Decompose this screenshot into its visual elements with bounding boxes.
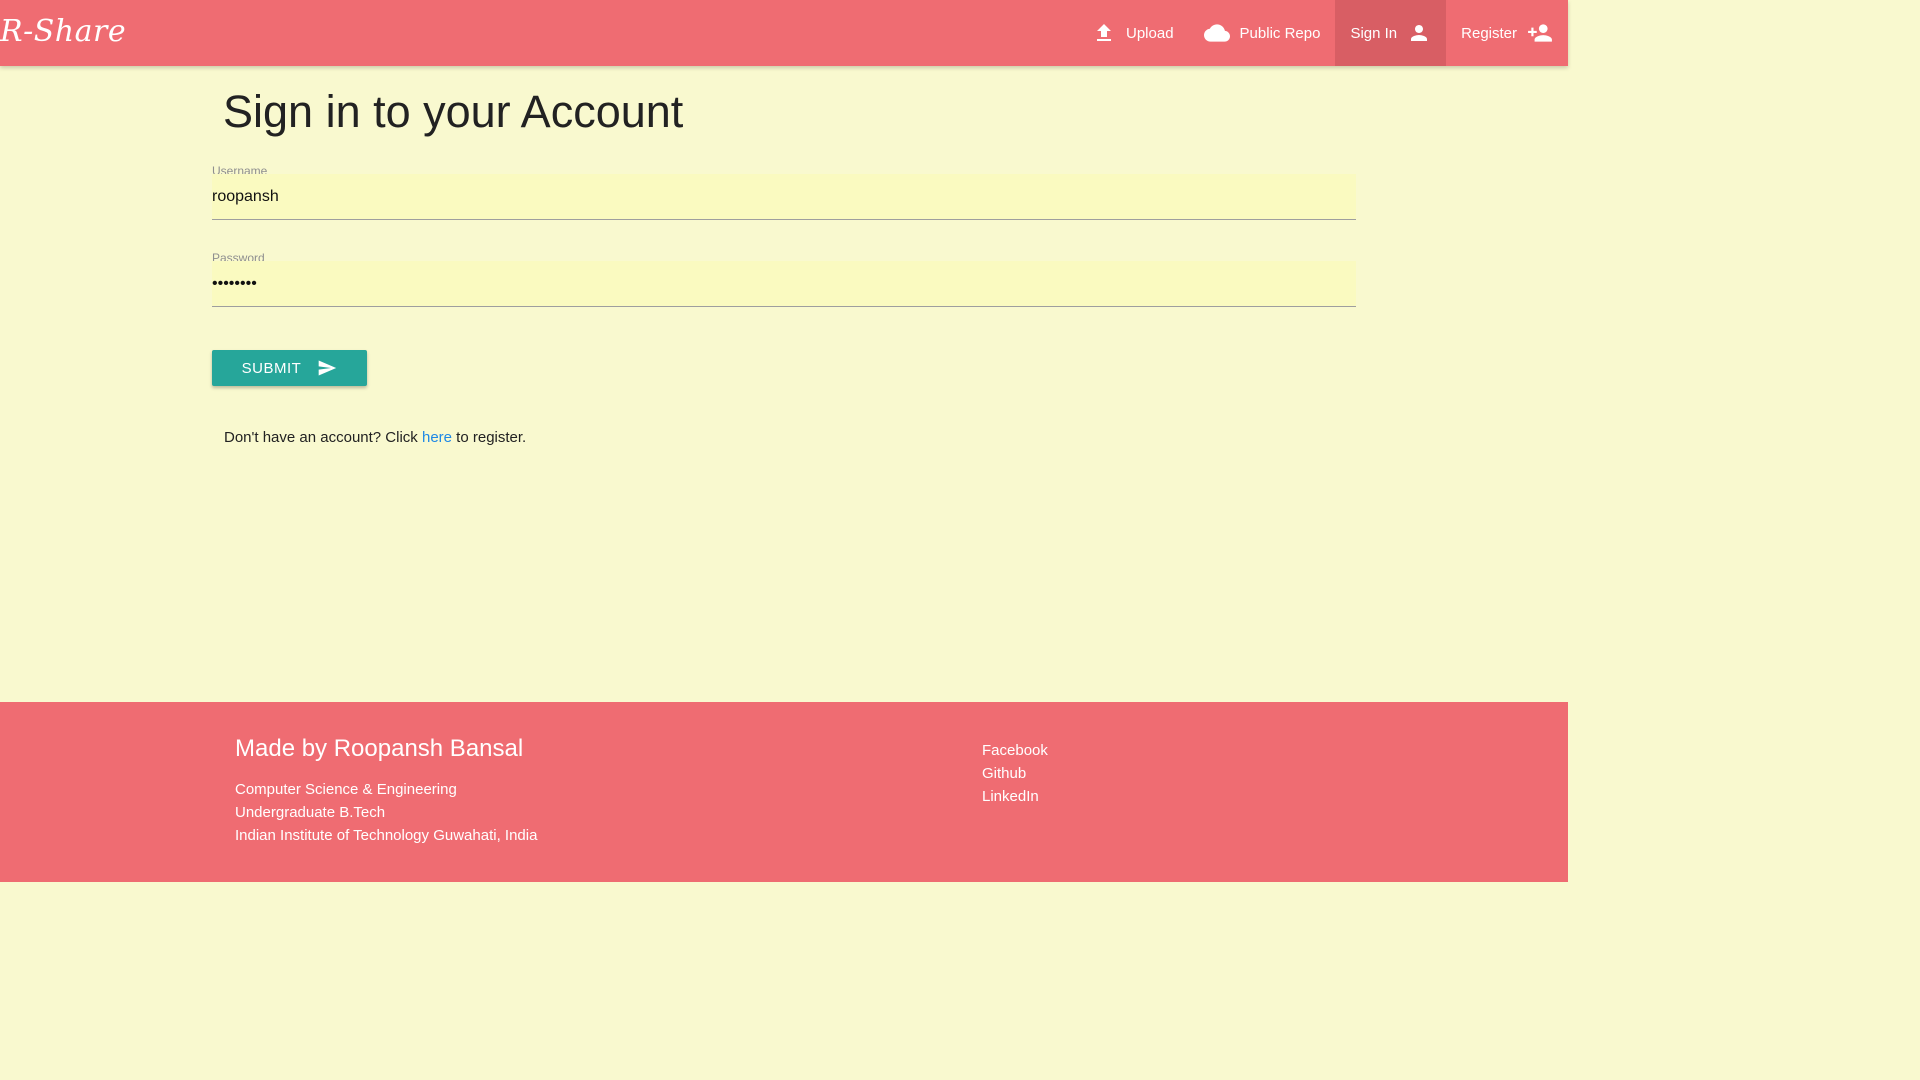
person-add-icon: [1527, 20, 1553, 46]
username-input[interactable]: [212, 174, 1356, 220]
nav-public-repo[interactable]: Public Repo: [1189, 0, 1336, 66]
footer-line: Undergraduate B.Tech: [235, 804, 386, 821]
nav-menu: Upload Public Repo Sign In Register: [1077, 0, 1568, 66]
footer-link-github[interactable]: Github: [982, 762, 1048, 785]
register-prompt-before: Don't have an account? Click: [224, 429, 422, 446]
page-title: Sign in to your Account: [223, 86, 684, 137]
navbar: R-Share Upload Public Repo Sign In Regis…: [0, 0, 1568, 66]
register-link[interactable]: here: [422, 429, 452, 446]
footer-title: Made by Roopansh Bansal: [235, 735, 524, 762]
brand-logo[interactable]: R-Share: [0, 10, 126, 54]
footer-links: Facebook Github LinkedIn: [982, 739, 1048, 808]
register-prompt-after: to register.: [452, 429, 527, 446]
nav-sign-in[interactable]: Sign In: [1335, 0, 1447, 66]
nav-sign-in-label: Sign In: [1350, 24, 1398, 42]
footer: Made by Roopansh Bansal Computer Science…: [0, 702, 1568, 882]
nav-upload-label: Upload: [1126, 24, 1174, 42]
footer-link-facebook[interactable]: Facebook: [982, 739, 1048, 762]
submit-button[interactable]: SUBMIT: [212, 350, 367, 386]
footer-line: Indian Institute of Technology Guwahati,…: [235, 827, 538, 844]
register-prompt: Don't have an account? Click here to reg…: [224, 429, 526, 446]
footer-link-linkedin[interactable]: LinkedIn: [982, 785, 1048, 808]
nav-register[interactable]: Register: [1446, 0, 1568, 66]
footer-info: Computer Science & Engineering Undergrad…: [235, 778, 537, 847]
person-icon: [1407, 21, 1431, 45]
cloud-icon: [1203, 20, 1230, 46]
upload-icon: [1092, 21, 1116, 45]
nav-public-repo-label: Public Repo: [1239, 24, 1321, 42]
nav-upload[interactable]: Upload: [1077, 0, 1189, 66]
password-input[interactable]: [212, 261, 1356, 307]
send-icon: [317, 358, 337, 378]
submit-label: SUBMIT: [241, 359, 302, 377]
footer-line: Computer Science & Engineering: [235, 781, 457, 798]
nav-register-label: Register: [1461, 24, 1517, 42]
main-content: Sign in to your Account Username Passwor…: [0, 66, 1568, 702]
